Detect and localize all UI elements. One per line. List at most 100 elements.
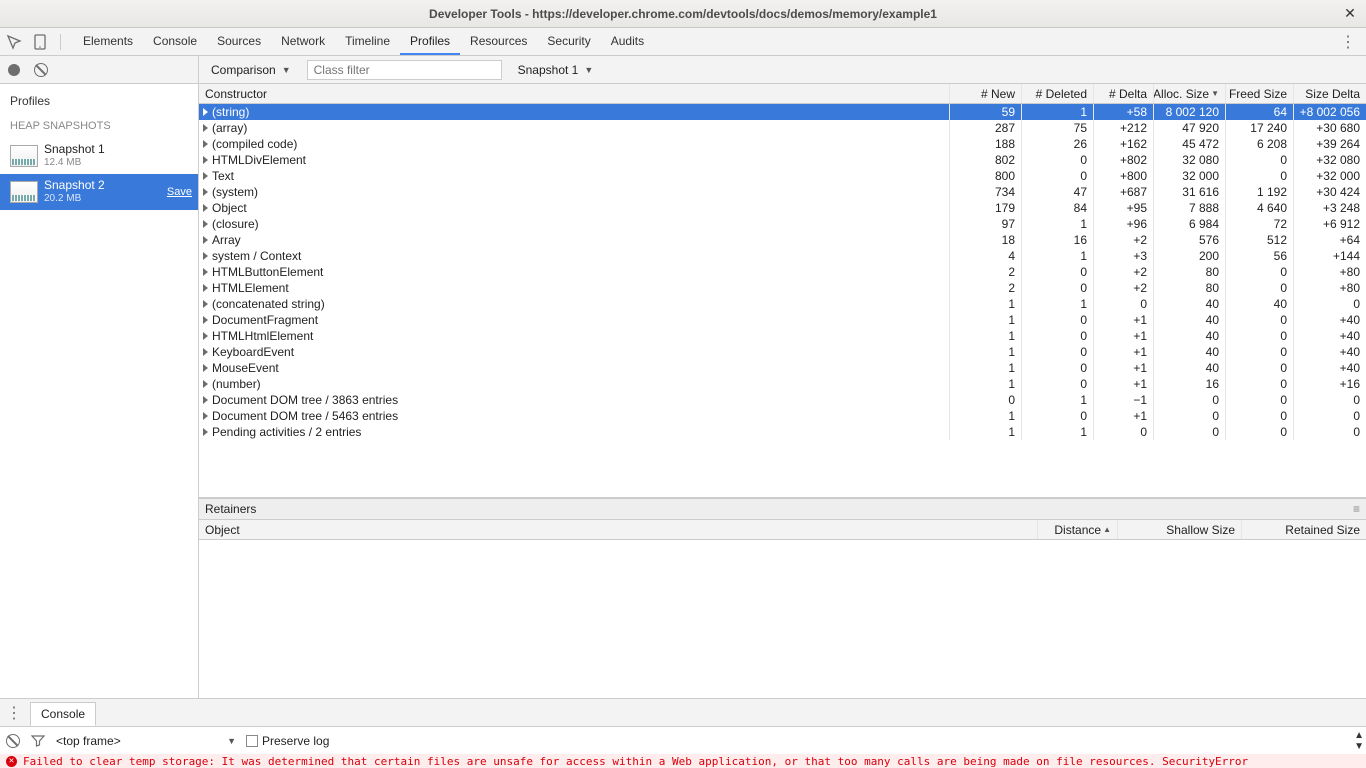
clear-icon[interactable]: [34, 63, 48, 77]
column-header[interactable]: Constructor: [199, 84, 950, 103]
value-cell: 17 240: [1226, 120, 1294, 136]
tab-audits[interactable]: Audits: [601, 28, 654, 55]
constructor-cell: Document DOM tree / 3863 entries: [199, 392, 950, 408]
value-cell: 1: [950, 312, 1022, 328]
retainers-menu-icon[interactable]: ≡: [1353, 502, 1360, 516]
table-row[interactable]: (closure)971+966 98472+6 912: [199, 216, 1366, 232]
value-cell: 0: [1022, 376, 1094, 392]
filter-icon[interactable]: [30, 733, 46, 749]
tab-network[interactable]: Network: [271, 28, 335, 55]
table-row[interactable]: Document DOM tree / 3863 entries01−1000: [199, 392, 1366, 408]
column-header[interactable]: Alloc. Size: [1154, 84, 1226, 103]
table-row[interactable]: (system)73447+68731 6161 192+30 424: [199, 184, 1366, 200]
table-row[interactable]: Text8000+80032 0000+32 000: [199, 168, 1366, 184]
table-row[interactable]: Object17984+957 8884 640+3 248: [199, 200, 1366, 216]
table-row[interactable]: Pending activities / 2 entries110000: [199, 424, 1366, 440]
disclosure-triangle-icon[interactable]: [203, 316, 208, 324]
comparison-table: Constructor# New# Deleted# DeltaAlloc. S…: [199, 84, 1366, 498]
disclosure-triangle-icon[interactable]: [203, 332, 208, 340]
inspect-element-icon[interactable]: [6, 34, 22, 50]
disclosure-triangle-icon[interactable]: [203, 124, 208, 132]
table-row[interactable]: MouseEvent10+1400+40: [199, 360, 1366, 376]
preserve-log-toggle[interactable]: Preserve log: [246, 734, 329, 748]
value-cell: +40: [1294, 360, 1366, 376]
disclosure-triangle-icon[interactable]: [203, 396, 208, 404]
frame-select[interactable]: <top frame> ▼: [56, 734, 236, 748]
value-cell: +40: [1294, 312, 1366, 328]
table-row[interactable]: (string)591+588 002 12064+8 002 056: [199, 104, 1366, 120]
column-header[interactable]: # Delta: [1094, 84, 1154, 103]
table-row[interactable]: HTMLDivElement8020+80232 0800+32 080: [199, 152, 1366, 168]
value-cell: +2: [1094, 264, 1154, 280]
value-cell: 0: [950, 392, 1022, 408]
retainers-column-header[interactable]: Retained Size: [1242, 520, 1366, 539]
table-row[interactable]: Array1816+2576512+64: [199, 232, 1366, 248]
value-cell: +2: [1094, 232, 1154, 248]
snapshot-item[interactable]: Snapshot 112.4 MB: [0, 138, 198, 174]
disclosure-triangle-icon[interactable]: [203, 268, 208, 276]
tab-sources[interactable]: Sources: [207, 28, 271, 55]
table-row[interactable]: (compiled code)18826+16245 4726 208+39 2…: [199, 136, 1366, 152]
console-tab[interactable]: Console: [30, 702, 96, 726]
disclosure-triangle-icon[interactable]: [203, 428, 208, 436]
base-snapshot-select[interactable]: Snapshot 1 ▼: [514, 61, 598, 79]
disclosure-triangle-icon[interactable]: [203, 300, 208, 308]
disclosure-triangle-icon[interactable]: [203, 364, 208, 372]
table-row[interactable]: (concatenated string)11040400: [199, 296, 1366, 312]
retainers-column-header[interactable]: Shallow Size: [1118, 520, 1242, 539]
overflow-menu-icon[interactable]: ⋮: [1336, 32, 1360, 52]
snapshot-save-link[interactable]: Save: [167, 186, 192, 198]
column-header[interactable]: # Deleted: [1022, 84, 1094, 103]
record-icon[interactable]: [8, 64, 20, 76]
window-close-icon[interactable]: ✕: [1342, 5, 1358, 21]
disclosure-triangle-icon[interactable]: [203, 412, 208, 420]
snapshot-item[interactable]: Snapshot 220.2 MBSave: [0, 174, 198, 210]
snapshot-name: Snapshot 1: [44, 142, 105, 156]
tab-resources[interactable]: Resources: [460, 28, 537, 55]
disclosure-triangle-icon[interactable]: [203, 236, 208, 244]
table-row[interactable]: system / Context41+320056+144: [199, 248, 1366, 264]
value-cell: 47: [1022, 184, 1094, 200]
tab-elements[interactable]: Elements: [73, 28, 143, 55]
retainers-column-header[interactable]: Distance: [1038, 520, 1118, 539]
disclosure-triangle-icon[interactable]: [203, 156, 208, 164]
table-row[interactable]: (array)28775+21247 92017 240+30 680: [199, 120, 1366, 136]
value-cell: 18: [950, 232, 1022, 248]
table-row[interactable]: HTMLHtmlElement10+1400+40: [199, 328, 1366, 344]
table-row[interactable]: HTMLElement20+2800+80: [199, 280, 1366, 296]
disclosure-triangle-icon[interactable]: [203, 252, 208, 260]
device-mode-icon[interactable]: [32, 34, 48, 50]
tab-console[interactable]: Console: [143, 28, 207, 55]
column-header[interactable]: Freed Size: [1226, 84, 1294, 103]
clear-console-icon[interactable]: [6, 734, 20, 748]
constructor-cell: HTMLButtonElement: [199, 264, 950, 280]
table-row[interactable]: HTMLButtonElement20+2800+80: [199, 264, 1366, 280]
profiles-sidebar: Profiles HEAP SNAPSHOTS Snapshot 112.4 M…: [0, 56, 199, 698]
table-row[interactable]: Document DOM tree / 5463 entries10+1000: [199, 408, 1366, 424]
disclosure-triangle-icon[interactable]: [203, 188, 208, 196]
value-cell: 0: [1022, 280, 1094, 296]
disclosure-triangle-icon[interactable]: [203, 108, 208, 116]
disclosure-triangle-icon[interactable]: [203, 220, 208, 228]
tab-timeline[interactable]: Timeline: [335, 28, 400, 55]
class-filter-input[interactable]: [307, 60, 502, 80]
disclosure-triangle-icon[interactable]: [203, 380, 208, 388]
table-row[interactable]: DocumentFragment10+1400+40: [199, 312, 1366, 328]
tab-profiles[interactable]: Profiles: [400, 28, 460, 55]
column-header[interactable]: Size Delta: [1294, 84, 1366, 103]
tab-security[interactable]: Security: [537, 28, 600, 55]
drawer-menu-icon[interactable]: ⋮: [6, 703, 22, 723]
table-row[interactable]: KeyboardEvent10+1400+40: [199, 344, 1366, 360]
disclosure-triangle-icon[interactable]: [203, 348, 208, 356]
retainers-column-header[interactable]: Object: [199, 520, 1038, 539]
table-row[interactable]: (number)10+1160+16: [199, 376, 1366, 392]
value-cell: +800: [1094, 168, 1154, 184]
value-cell: 0: [1022, 408, 1094, 424]
constructor-cell: Document DOM tree / 5463 entries: [199, 408, 950, 424]
column-header[interactable]: # New: [950, 84, 1022, 103]
disclosure-triangle-icon[interactable]: [203, 284, 208, 292]
disclosure-triangle-icon[interactable]: [203, 140, 208, 148]
disclosure-triangle-icon[interactable]: [203, 204, 208, 212]
view-select[interactable]: Comparison ▼: [207, 61, 295, 79]
disclosure-triangle-icon[interactable]: [203, 172, 208, 180]
